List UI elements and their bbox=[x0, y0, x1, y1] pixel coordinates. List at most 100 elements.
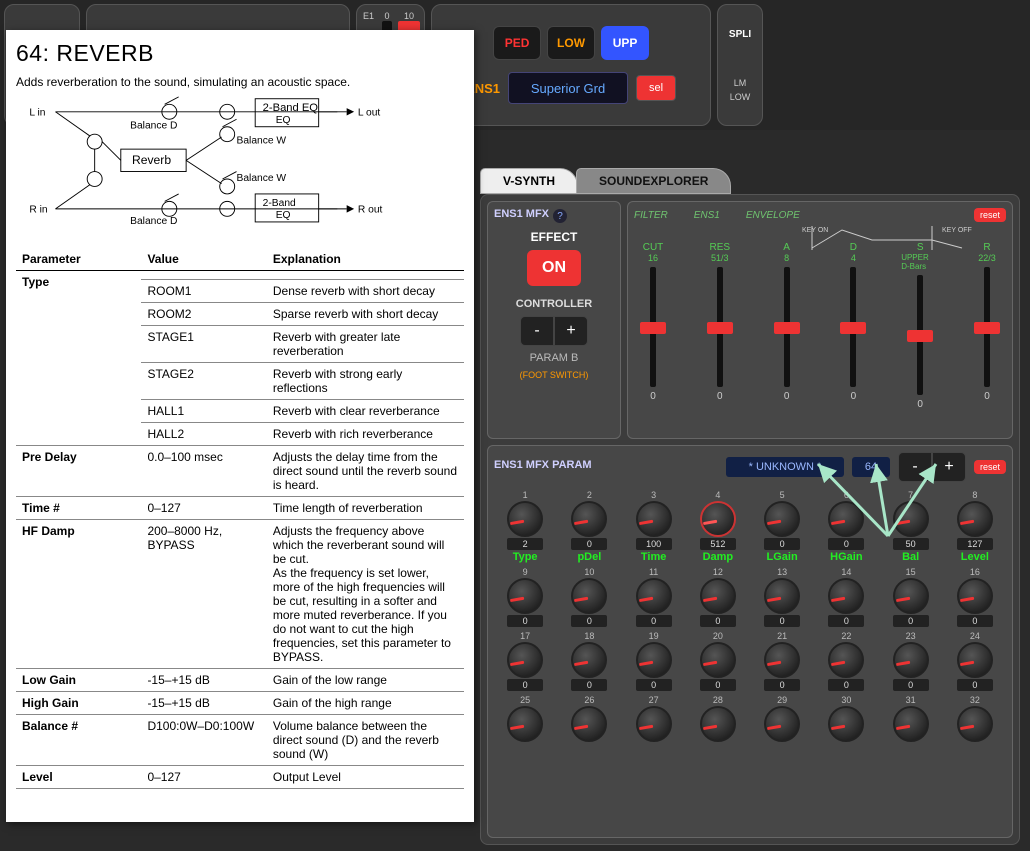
knob-dial[interactable] bbox=[700, 501, 736, 537]
knob-dial[interactable] bbox=[957, 578, 993, 614]
knob-dial[interactable] bbox=[828, 706, 864, 742]
patch-name[interactable]: Superior Grd bbox=[508, 72, 628, 104]
knob-20[interactable]: 200 bbox=[687, 631, 749, 691]
knob-5[interactable]: 50LGain bbox=[751, 490, 813, 563]
knob-dial[interactable] bbox=[957, 501, 993, 537]
env-slider-d[interactable]: D40 bbox=[834, 242, 872, 410]
knob-dial[interactable] bbox=[957, 706, 993, 742]
knob-3[interactable]: 3100Time bbox=[623, 490, 685, 563]
tab-vsynth[interactable]: V-SYNTH bbox=[480, 168, 578, 194]
slider-track[interactable] bbox=[984, 267, 990, 387]
env-reset-button[interactable]: reset bbox=[974, 208, 1006, 222]
knob-dial[interactable] bbox=[700, 706, 736, 742]
knob-28[interactable]: 28 bbox=[687, 695, 749, 742]
controller-minus[interactable]: - bbox=[520, 316, 554, 346]
knob-dial[interactable] bbox=[828, 501, 864, 537]
knob-value: 0 bbox=[636, 679, 672, 691]
svg-text:Balance D: Balance D bbox=[130, 216, 177, 227]
knob-6[interactable]: 60HGain bbox=[815, 490, 877, 563]
knob-dial[interactable] bbox=[571, 501, 607, 537]
knob-11[interactable]: 110 bbox=[623, 567, 685, 627]
knob-1[interactable]: 12Type bbox=[494, 490, 556, 563]
knob-dial[interactable] bbox=[764, 706, 800, 742]
knob-2[interactable]: 20pDel bbox=[558, 490, 620, 563]
knob-17[interactable]: 170 bbox=[494, 631, 556, 691]
upp-button-3[interactable]: UPP bbox=[601, 26, 649, 60]
knob-dial[interactable] bbox=[507, 578, 543, 614]
mfx-minus[interactable]: - bbox=[898, 452, 932, 482]
knob-22[interactable]: 220 bbox=[815, 631, 877, 691]
effect-on-button[interactable]: ON bbox=[527, 250, 581, 286]
knob-dial[interactable] bbox=[636, 642, 672, 678]
knob-dial[interactable] bbox=[828, 578, 864, 614]
knob-dial[interactable] bbox=[764, 578, 800, 614]
knob-12[interactable]: 120 bbox=[687, 567, 749, 627]
knob-4[interactable]: 4512Damp bbox=[687, 490, 749, 563]
knob-dial[interactable] bbox=[700, 578, 736, 614]
controller-plus[interactable]: + bbox=[554, 316, 588, 346]
knob-23[interactable]: 230 bbox=[880, 631, 942, 691]
knob-29[interactable]: 29 bbox=[751, 695, 813, 742]
env-slider-res[interactable]: RES51/30 bbox=[701, 242, 739, 410]
knob-dial[interactable] bbox=[571, 706, 607, 742]
knob-dial[interactable] bbox=[700, 642, 736, 678]
slider-track[interactable] bbox=[917, 275, 923, 395]
knob-dial[interactable] bbox=[636, 706, 672, 742]
knob-16[interactable]: 160 bbox=[944, 567, 1006, 627]
slider-track[interactable] bbox=[650, 267, 656, 387]
knob-18[interactable]: 180 bbox=[558, 631, 620, 691]
knob-13[interactable]: 130 bbox=[751, 567, 813, 627]
knob-19[interactable]: 190 bbox=[623, 631, 685, 691]
env-slider-a[interactable]: A80 bbox=[768, 242, 806, 410]
ped-button-2[interactable]: PED bbox=[493, 26, 541, 60]
knob-21[interactable]: 210 bbox=[751, 631, 813, 691]
slider-track[interactable] bbox=[850, 267, 856, 387]
knob-dial[interactable] bbox=[764, 501, 800, 537]
knob-value: 0 bbox=[764, 679, 800, 691]
knob-index: 3 bbox=[651, 490, 656, 500]
mfx-name-lcd[interactable]: * UNKNOWN * bbox=[726, 457, 844, 477]
knob-dial[interactable] bbox=[893, 642, 929, 678]
knob-dial[interactable] bbox=[636, 578, 672, 614]
knob-25[interactable]: 25 bbox=[494, 695, 556, 742]
knob-dial[interactable] bbox=[893, 706, 929, 742]
knob-dial[interactable] bbox=[507, 501, 543, 537]
tab-soundexplorer[interactable]: SOUNDEXPLORER bbox=[576, 168, 731, 194]
knob-8[interactable]: 8127Level bbox=[944, 490, 1006, 563]
knob-14[interactable]: 140 bbox=[815, 567, 877, 627]
knob-32[interactable]: 32 bbox=[944, 695, 1006, 742]
env-slider-s[interactable]: SUPPER D-Bars0 bbox=[901, 242, 939, 410]
knob-dial[interactable] bbox=[571, 578, 607, 614]
env-slider-cut[interactable]: CUT160 bbox=[634, 242, 672, 410]
env-slider-r[interactable]: R22/30 bbox=[968, 242, 1006, 410]
knob-9[interactable]: 90 bbox=[494, 567, 556, 627]
knob-24[interactable]: 240 bbox=[944, 631, 1006, 691]
knob-dial[interactable] bbox=[571, 642, 607, 678]
knob-31[interactable]: 31 bbox=[880, 695, 942, 742]
help-icon[interactable]: ? bbox=[553, 209, 567, 223]
knob-27[interactable]: 27 bbox=[623, 695, 685, 742]
knob-dial[interactable] bbox=[893, 578, 929, 614]
knob-26[interactable]: 26 bbox=[558, 695, 620, 742]
knob-30[interactable]: 30 bbox=[815, 695, 877, 742]
mfx-plus[interactable]: + bbox=[932, 452, 966, 482]
knob-15[interactable]: 150 bbox=[880, 567, 942, 627]
mfx-reset-button[interactable]: reset bbox=[974, 460, 1006, 474]
sel-button-2[interactable]: sel bbox=[636, 75, 676, 101]
slider-track[interactable] bbox=[784, 267, 790, 387]
ens-head: ENS1 bbox=[694, 210, 720, 221]
knob-dial[interactable] bbox=[957, 642, 993, 678]
low-button-2[interactable]: LOW bbox=[547, 26, 595, 60]
mfx-num-lcd[interactable]: 64 bbox=[852, 457, 890, 477]
value-cell: ROOM2 bbox=[141, 303, 266, 326]
controller-label: CONTROLLER bbox=[516, 298, 592, 310]
slider-track[interactable] bbox=[717, 267, 723, 387]
knob-dial[interactable] bbox=[893, 501, 929, 537]
knob-dial[interactable] bbox=[764, 642, 800, 678]
knob-10[interactable]: 100 bbox=[558, 567, 620, 627]
knob-dial[interactable] bbox=[507, 706, 543, 742]
knob-dial[interactable] bbox=[828, 642, 864, 678]
knob-dial[interactable] bbox=[636, 501, 672, 537]
knob-dial[interactable] bbox=[507, 642, 543, 678]
knob-7[interactable]: 750Bal bbox=[880, 490, 942, 563]
